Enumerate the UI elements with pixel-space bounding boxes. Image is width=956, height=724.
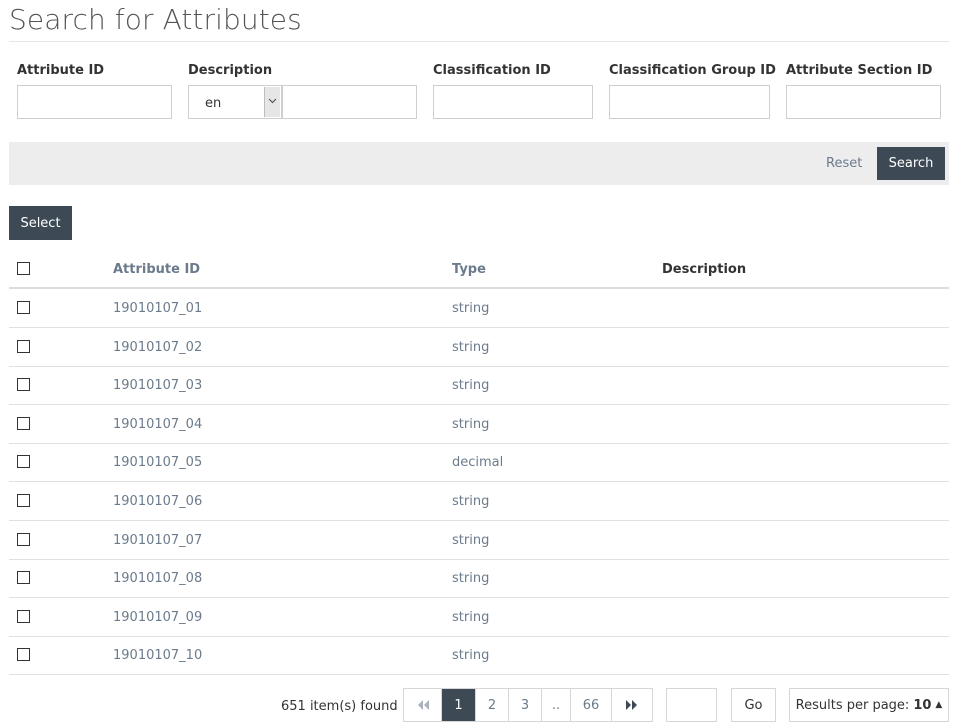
attribute-id-link[interactable]: 19010107_06 bbox=[113, 494, 202, 509]
reset-button[interactable]: Reset bbox=[826, 156, 862, 171]
column-header-description: Description bbox=[662, 262, 747, 277]
goto-page-input[interactable] bbox=[666, 688, 717, 722]
row-checkbox[interactable] bbox=[17, 378, 30, 391]
classification-id-label: Classification ID bbox=[433, 63, 551, 78]
double-chevron-right-icon bbox=[626, 700, 637, 710]
attribute-type: string bbox=[452, 648, 490, 663]
language-select-value: en bbox=[205, 96, 222, 111]
table-row: 19010107_05 decimal bbox=[9, 443, 949, 482]
row-checkbox[interactable] bbox=[17, 301, 30, 314]
row-checkbox[interactable] bbox=[17, 533, 30, 546]
table-row: 19010107_04 string bbox=[9, 405, 949, 444]
attribute-id-link[interactable]: 19010107_05 bbox=[113, 455, 202, 470]
row-checkbox[interactable] bbox=[17, 610, 30, 623]
results-count: 651 item(s) found bbox=[281, 699, 398, 714]
attribute-id-input[interactable] bbox=[17, 85, 172, 119]
results-per-page-dropdown[interactable]: Results per page: 10 ▲ bbox=[789, 688, 949, 722]
attribute-type: string bbox=[452, 610, 490, 625]
description-input[interactable] bbox=[282, 85, 417, 119]
attribute-id-link[interactable]: 19010107_04 bbox=[113, 417, 202, 432]
select-all-checkbox[interactable] bbox=[17, 262, 30, 275]
table-row: 19010107_02 string bbox=[9, 328, 949, 367]
page-66-button[interactable]: 66 bbox=[571, 689, 612, 721]
attribute-id-link[interactable]: 19010107_10 bbox=[113, 648, 202, 663]
double-chevron-left-icon bbox=[417, 700, 429, 710]
attribute-type: string bbox=[452, 378, 490, 393]
row-checkbox[interactable] bbox=[17, 340, 30, 353]
page-1-button[interactable]: 1 bbox=[442, 689, 476, 721]
table-row: 19010107_10 string bbox=[9, 636, 949, 675]
attribute-id-link[interactable]: 19010107_07 bbox=[113, 533, 202, 548]
page-2-button[interactable]: 2 bbox=[476, 689, 509, 721]
attribute-type: string bbox=[452, 301, 490, 316]
attribute-id-link[interactable]: 19010107_02 bbox=[113, 340, 202, 355]
table-row: 19010107_09 string bbox=[9, 598, 949, 637]
page-title: Search for Attributes bbox=[9, 3, 302, 36]
attribute-type: decimal bbox=[452, 455, 504, 470]
row-checkbox[interactable] bbox=[17, 494, 30, 507]
attribute-section-id-label: Attribute Section ID bbox=[786, 63, 933, 78]
column-header-type[interactable]: Type bbox=[452, 262, 486, 277]
page-ellipsis: .. bbox=[542, 689, 571, 721]
row-checkbox[interactable] bbox=[17, 571, 30, 584]
select-button[interactable]: Select bbox=[9, 206, 72, 240]
row-checkbox[interactable] bbox=[17, 455, 30, 468]
row-checkbox[interactable] bbox=[17, 648, 30, 661]
classification-group-id-input[interactable] bbox=[609, 85, 770, 119]
table-row: 19010107_01 string bbox=[9, 289, 949, 328]
last-page-button[interactable] bbox=[612, 689, 652, 721]
attribute-type: string bbox=[452, 571, 490, 586]
description-label: Description bbox=[188, 63, 273, 78]
attribute-type: string bbox=[452, 533, 490, 548]
column-header-attribute-id[interactable]: Attribute ID bbox=[113, 262, 200, 277]
pager: 1 2 3 .. 66 bbox=[403, 688, 653, 722]
table-row: 19010107_06 string bbox=[9, 482, 949, 521]
chevron-down-icon[interactable] bbox=[264, 87, 280, 117]
search-action-bar bbox=[9, 142, 949, 185]
row-checkbox[interactable] bbox=[17, 417, 30, 430]
attribute-id-link[interactable]: 19010107_03 bbox=[113, 378, 202, 393]
results-per-page-value: 10 bbox=[913, 697, 932, 713]
search-button[interactable]: Search bbox=[877, 147, 945, 180]
attribute-type: string bbox=[452, 417, 490, 432]
table-row: 19010107_03 string bbox=[9, 366, 949, 405]
attribute-id-link[interactable]: 19010107_01 bbox=[113, 301, 202, 316]
table-row: 19010107_08 string bbox=[9, 559, 949, 598]
attribute-id-label: Attribute ID bbox=[17, 63, 105, 78]
go-button[interactable]: Go bbox=[731, 688, 776, 722]
caret-up-icon: ▲ bbox=[935, 700, 943, 710]
attribute-type: string bbox=[452, 494, 490, 509]
title-divider bbox=[9, 41, 949, 42]
classification-group-id-label: Classification Group ID bbox=[609, 63, 776, 78]
attribute-section-id-input[interactable] bbox=[786, 85, 941, 119]
classification-id-input[interactable] bbox=[433, 85, 593, 119]
table-row: 19010107_07 string bbox=[9, 521, 949, 560]
attribute-id-link[interactable]: 19010107_08 bbox=[113, 571, 202, 586]
language-select[interactable]: en bbox=[188, 85, 282, 119]
page-3-button[interactable]: 3 bbox=[509, 689, 542, 721]
attribute-id-link[interactable]: 19010107_09 bbox=[113, 610, 202, 625]
results-per-page-label: Results per page: bbox=[795, 697, 910, 713]
attribute-type: string bbox=[452, 340, 490, 355]
first-page-button[interactable] bbox=[404, 689, 442, 721]
